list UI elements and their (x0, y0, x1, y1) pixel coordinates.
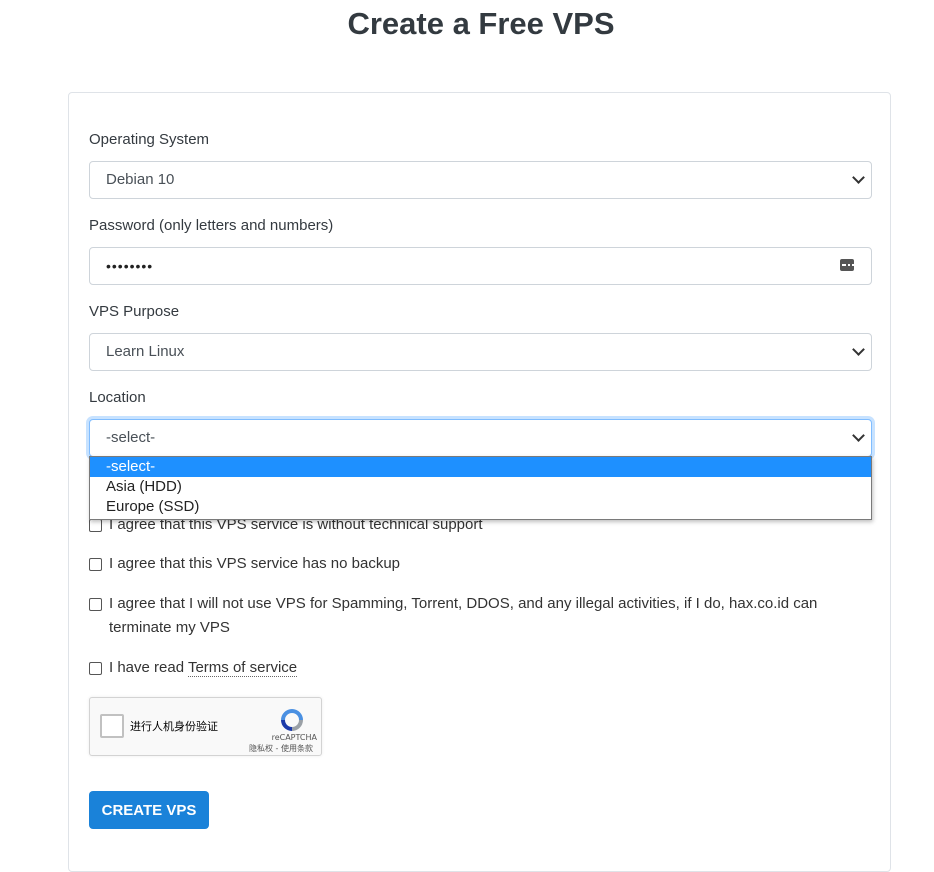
purpose-label: VPS Purpose (89, 303, 180, 320)
chevron-down-icon (852, 429, 865, 442)
recaptcha-links[interactable]: 隐私权 - 使用条款 (249, 743, 313, 754)
location-select-value: -select- (106, 429, 156, 446)
agreement-abuse-checkbox[interactable] (89, 598, 102, 611)
location-option[interactable]: -select- (90, 457, 871, 477)
os-select-value: Debian 10 (106, 171, 175, 188)
location-select[interactable]: -select- (89, 419, 872, 457)
location-dropdown-list: -select- Asia (HDD) Europe (SSD) (89, 456, 872, 520)
tos-row: I have read Terms of service (89, 656, 859, 680)
agreement-row: I agree that this VPS service has no bac… (89, 552, 859, 576)
os-label: Operating System (89, 131, 210, 148)
tos-prefix: I have read (109, 659, 188, 676)
password-manager-icon[interactable] (840, 259, 854, 271)
location-option[interactable]: Asia (HDD) (90, 477, 871, 497)
purpose-select-value: Learn Linux (106, 343, 185, 360)
recaptcha-brand: reCAPTCHA (271, 733, 317, 742)
purpose-select[interactable]: Learn Linux (89, 333, 872, 371)
agreement-backup-checkbox[interactable] (89, 558, 102, 571)
agreement-row: I agree that I will not use VPS for Spam… (89, 592, 859, 640)
create-vps-button[interactable]: CREATE VPS (89, 791, 209, 829)
password-value: •••••••• (106, 258, 154, 274)
os-select[interactable]: Debian 10 (89, 161, 872, 199)
recaptcha-checkbox[interactable] (100, 714, 124, 738)
recaptcha-label: 进行人机身份验证 (130, 720, 218, 733)
agreement-text: I agree that I will not use VPS for Spam… (109, 595, 818, 636)
location-label: Location (89, 389, 146, 406)
tos-checkbox[interactable] (89, 662, 102, 675)
page-title: Create a Free VPS (347, 6, 615, 41)
chevron-down-icon (852, 171, 865, 184)
recaptcha-logo-icon (281, 709, 303, 731)
chevron-down-icon (852, 343, 865, 356)
tos-link[interactable]: Terms of service (187, 659, 298, 677)
agreement-text: I agree that this VPS service has no bac… (109, 555, 400, 572)
recaptcha-widget: 进行人机身份验证 reCAPTCHA 隐私权 - 使用条款 (89, 697, 322, 756)
location-option[interactable]: Europe (SSD) (90, 497, 871, 517)
password-label: Password (only letters and numbers) (89, 217, 334, 234)
agreement-support-checkbox[interactable] (89, 519, 102, 532)
password-field[interactable]: •••••••• (89, 247, 872, 285)
